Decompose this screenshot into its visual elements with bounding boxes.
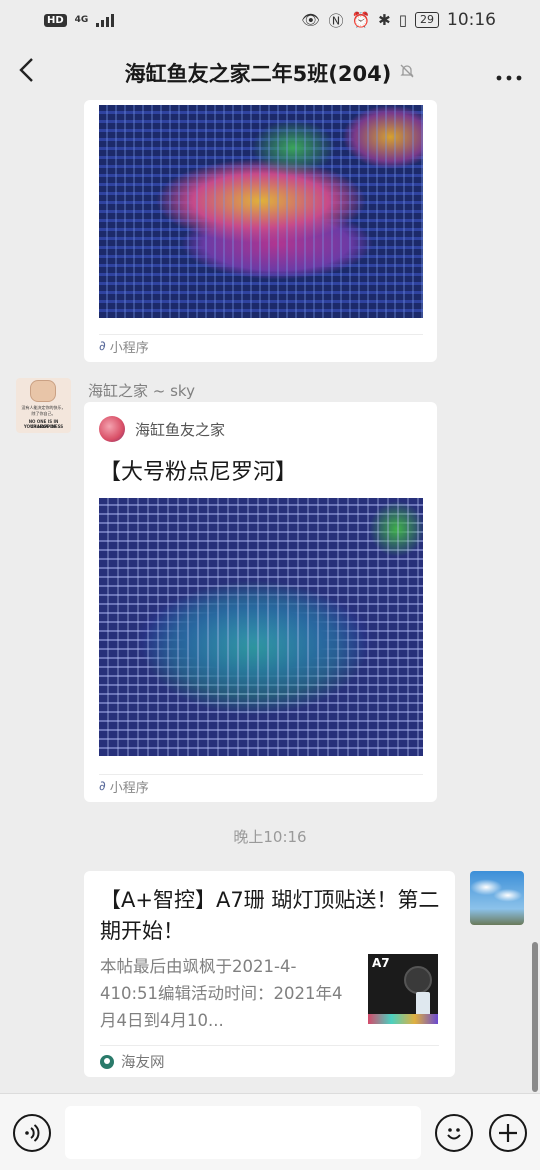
message-timestamp: 晚上10:16 [233,828,307,846]
divider [100,1045,439,1046]
more-dots-icon[interactable] [482,58,522,88]
fist-icon [30,380,56,402]
app-logo-icon [99,416,125,442]
signal-icon [96,13,115,27]
phone-image [416,992,430,1016]
bluetooth-icon: ✱ [378,11,391,29]
status-right: 👁 Ⓝ ⏰ ✱ ▯ 29 10:16 [301,10,496,31]
alarm-icon: ⏰ [351,11,371,29]
status-left: HD 4G [44,13,115,27]
mini-program-source: ∂ 小程序 [99,337,149,356]
coral-photo [99,105,423,318]
light-device [404,966,432,994]
battery-icon: 29 [415,12,439,28]
clock: 10:16 [447,10,496,30]
card-title: 【A+智控】A7珊 瑚灯顶贴送！第二期开始！ [100,888,440,943]
voice-icon[interactable] [13,1114,51,1152]
link-card[interactable]: 【A+智控】A7珊 瑚灯顶贴送！第二期开始！ 本帖最后由飒枫于2021-4-41… [84,871,455,1077]
scrollbar[interactable] [532,942,538,1092]
coral-strip [368,1014,438,1024]
divider [99,774,423,775]
input-bar [0,1093,540,1170]
chat-title: 海缸鱼友之家二年5班(204) [124,62,392,86]
avatar-caption: 除了你自己。 [31,411,56,416]
divider [99,334,423,335]
avatar-caption: 没有人能决定你的快乐， [21,405,66,410]
app-name: 海缸鱼友之家 [135,420,226,439]
status-bar: HD 4G 👁 Ⓝ ⏰ ✱ ▯ 29 10:16 [0,0,540,40]
site-logo-icon [100,1054,114,1069]
mini-program-icon: ∂ [99,779,106,794]
card-title: 【大号粉点尼罗河】 [99,460,298,485]
avatar[interactable]: 没有人能决定你的快乐， 除了你自己。 NO ONE IS IN CHARGE O… [16,378,71,433]
plus-icon[interactable] [489,1114,527,1152]
mini-program-card[interactable]: 海缸鱼友之家 【大号粉点尼罗河】 ∂ 小程序 [84,402,437,802]
avatar[interactable] [470,871,524,925]
mini-program-card[interactable]: ∂ 小程序 [84,100,437,362]
chevron-left-icon[interactable] [18,56,58,91]
bell-mute-icon [399,63,415,83]
chat-title-group: 海缸鱼友之家二年5班(204) [125,58,416,88]
mini-program-icon: ∂ [99,339,106,354]
card-thumbnail: A7 [368,954,438,1024]
mini-program-label: 小程序 [109,781,149,796]
emoji-icon[interactable] [435,1114,473,1152]
card-description: 本帖最后由飒枫于2021-4-410:51编辑活动时间：2021年4月4日到4月… [100,957,343,1030]
eye-icon: 👁 [301,11,321,29]
vibrate-icon: ▯ [398,11,407,29]
message-input[interactable] [65,1106,421,1159]
network-label: 4G [74,14,89,25]
card-source: 海友网 [100,1051,165,1072]
avatar-caption: YOUR HAPPINESS [23,424,64,429]
hd-badge: HD [44,13,67,27]
source-name: 海友网 [121,1055,165,1071]
mini-program-label: 小程序 [109,341,149,356]
thumbnail-label: A7 [372,956,390,970]
mini-program-source: ∂ 小程序 [99,777,149,796]
coral-photo [99,498,423,756]
mini-program-header: 海缸鱼友之家 [99,416,225,442]
sender-name: 海缸之家 ~ sky [88,382,195,400]
chat-header: 海缸鱼友之家二年5班(204) [0,40,540,106]
nfc-icon: Ⓝ [328,11,344,30]
